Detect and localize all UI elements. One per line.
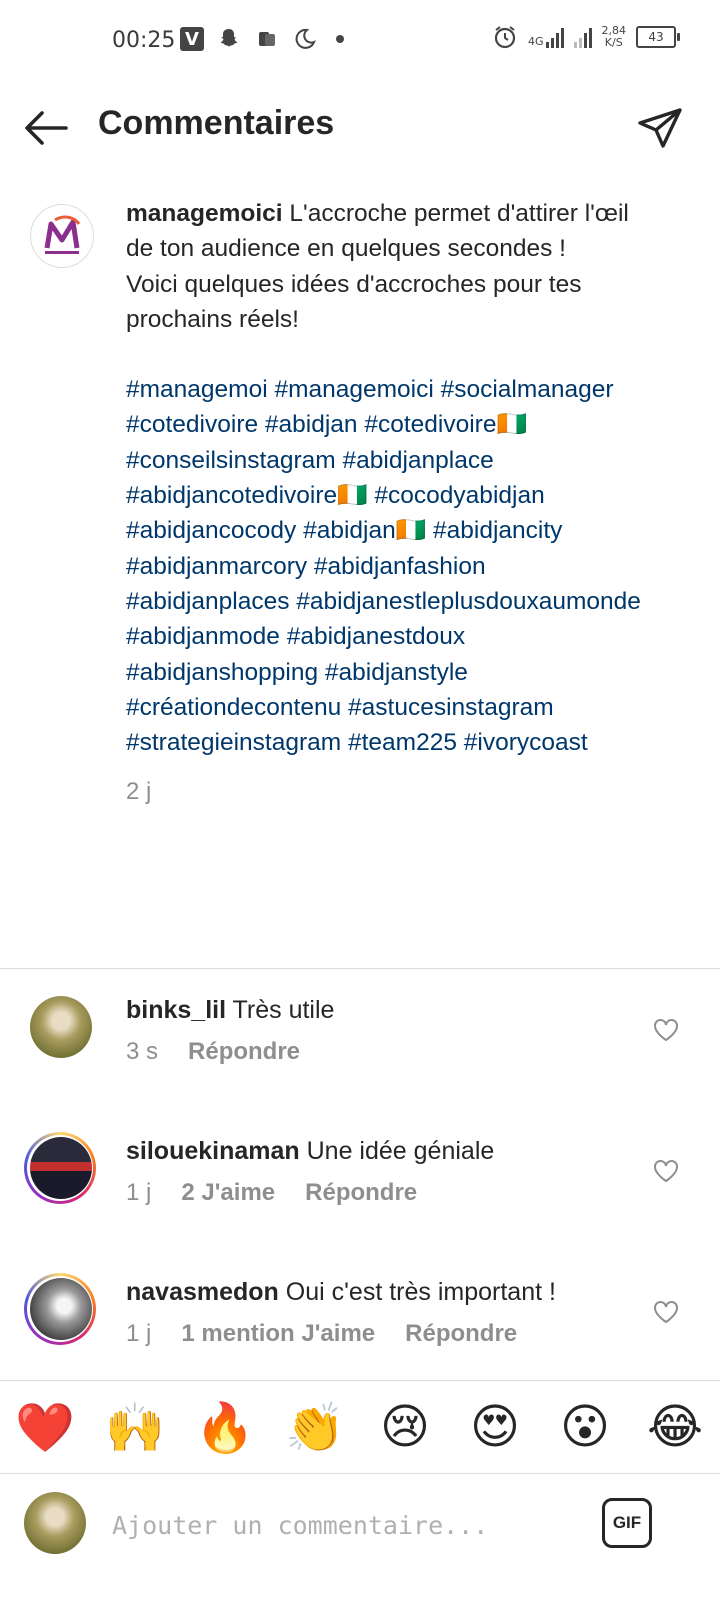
system-status: 4G 2,84 K/S 43	[492, 24, 680, 50]
avatar[interactable]	[30, 204, 94, 268]
divider	[0, 968, 720, 969]
comment-text: binks_lil Très utile	[126, 996, 334, 1025]
comment-message: Une idée géniale	[306, 1137, 495, 1165]
battery-icon: 43	[636, 26, 680, 48]
comment-meta: 1 j 1 mention J'aime Répondre	[126, 1320, 517, 1348]
network-speed: 2,84 K/S	[602, 25, 627, 49]
laughing-tears-emoji-button[interactable]: 😂	[643, 1395, 707, 1459]
back-arrow-icon	[25, 111, 68, 145]
speed-unit: K/S	[604, 36, 623, 49]
do-not-disturb-moon-icon	[292, 26, 318, 52]
heart-outline-icon	[654, 1019, 678, 1042]
heart-outline-icon	[654, 1160, 678, 1183]
caption-text: managemoici L'accroche permet d'attirer …	[126, 196, 646, 810]
comment-username[interactable]: navasmedon	[126, 1278, 279, 1306]
surprised-face-emoji-button[interactable]: 😮	[553, 1395, 617, 1459]
caption-line-2: Voici quelques idées d'accroches pour te…	[126, 270, 582, 333]
status-bar: 00:25 V 4G 2,84 K/S 43	[0, 0, 720, 80]
comment-meta: 3 s Répondre	[126, 1038, 300, 1066]
avatar[interactable]	[30, 1137, 92, 1199]
comment-item: silouekinaman Une idée géniale 1 j 2 J'a…	[0, 1132, 720, 1247]
comment-item: navasmedon Oui c'est très important ! 1 …	[0, 1273, 720, 1388]
status-time: 00:25	[112, 28, 176, 53]
managemoici-logo-icon	[44, 215, 81, 254]
comment-username[interactable]: binks_lil	[126, 996, 226, 1024]
comment-text: silouekinaman Une idée géniale	[126, 1137, 494, 1166]
caption-hashtags[interactable]: #managemoi #managemoici #socialmanager #…	[126, 372, 646, 760]
comment-meta: 1 j 2 J'aime Répondre	[126, 1179, 417, 1207]
v-app-icon: V	[180, 27, 204, 51]
caption-time: 2 j	[126, 778, 152, 806]
comment-item: binks_lil Très utile 3 s Répondre	[0, 996, 720, 1106]
share-button[interactable]	[636, 104, 684, 152]
raising-hands-emoji-button[interactable]: 🙌	[103, 1395, 167, 1459]
reply-button[interactable]: Répondre	[405, 1320, 517, 1348]
header: Commentaires	[0, 90, 720, 162]
user-avatar[interactable]	[24, 1492, 86, 1554]
clapping-hands-emoji-button[interactable]: 👏	[283, 1395, 347, 1459]
fire-emoji-button[interactable]: 🔥	[193, 1395, 257, 1459]
alarm-icon	[494, 26, 516, 49]
reply-button[interactable]: Répondre	[188, 1038, 300, 1066]
back-button[interactable]	[22, 108, 70, 148]
signal-strength-icon	[545, 26, 564, 48]
comment-time: 1 j	[126, 1320, 152, 1347]
quick-reactions-bar: ❤️ 🙌 🔥 👏 😢 😍 😮 😂	[0, 1380, 720, 1474]
comment-message: Très utile	[232, 996, 335, 1024]
comment-username[interactable]: silouekinaman	[126, 1137, 300, 1165]
page-title: Commentaires	[98, 104, 335, 142]
heart-outline-icon	[654, 1301, 678, 1324]
gif-button[interactable]: GIF	[602, 1498, 652, 1548]
likes-count-button[interactable]: 1 mention J'aime	[181, 1320, 375, 1348]
snapchat-icon	[216, 26, 242, 52]
heart-emoji-button[interactable]: ❤️	[13, 1395, 77, 1459]
like-button[interactable]	[652, 1016, 680, 1044]
notification-icons: V	[180, 26, 344, 52]
comment-input-bar: GIF	[0, 1474, 720, 1584]
more-notifications-dot-icon	[336, 35, 344, 43]
like-button[interactable]	[652, 1157, 680, 1185]
app-icon	[254, 26, 280, 52]
network-type: 4G	[527, 35, 544, 48]
comment-input[interactable]	[110, 1502, 574, 1548]
paper-plane-icon	[638, 108, 682, 148]
crying-face-emoji-button[interactable]: 😢	[373, 1395, 437, 1459]
like-button[interactable]	[652, 1298, 680, 1326]
signal-strength-2-icon	[573, 26, 592, 48]
avatar[interactable]	[30, 996, 92, 1058]
comment-text: navasmedon Oui c'est très important !	[126, 1278, 556, 1307]
caption-username[interactable]: managemoici	[126, 200, 283, 227]
comment-time: 1 j	[126, 1179, 152, 1206]
likes-count-button[interactable]: 2 J'aime	[181, 1179, 275, 1207]
avatar[interactable]	[30, 1278, 92, 1340]
reply-button[interactable]: Répondre	[305, 1179, 417, 1207]
heart-eyes-emoji-button[interactable]: 😍	[463, 1395, 527, 1459]
comment-time: 3 s	[126, 1038, 159, 1065]
comment-message: Oui c'est très important !	[285, 1278, 556, 1306]
